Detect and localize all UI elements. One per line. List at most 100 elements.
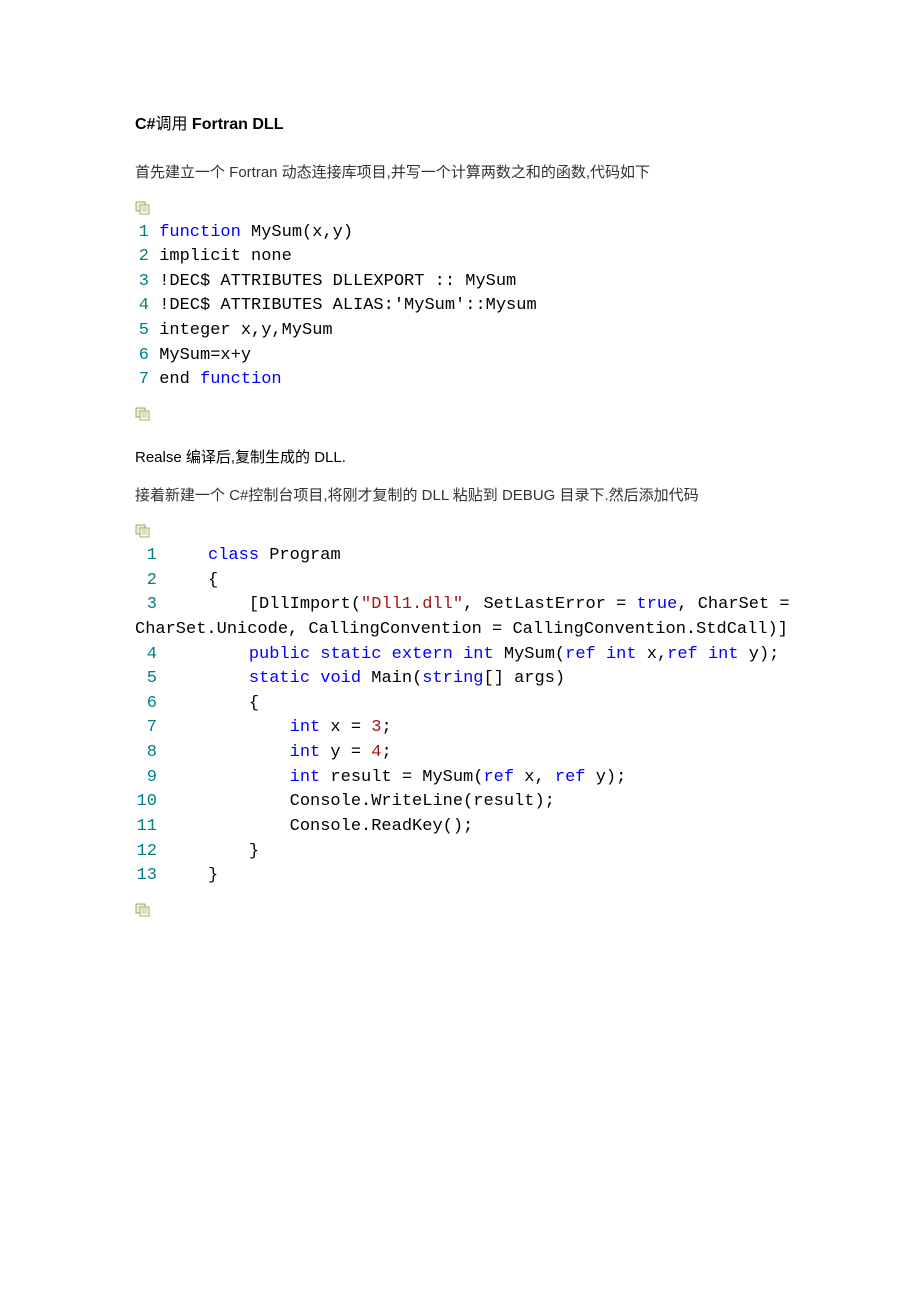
code-line: 3 !DEC$ ATTRIBUTES DLLEXPORT :: MySum — [135, 270, 785, 295]
code-token — [157, 645, 249, 664]
line-number: 2 — [135, 569, 157, 594]
code-token: , CharSet = — [677, 595, 799, 614]
document-page: C#调用 Fortran DLL 首先建立一个 Fortran 动态连接库项目,… — [0, 0, 920, 1302]
code-token: x, — [637, 645, 668, 664]
copy-icon[interactable] — [135, 407, 151, 421]
line-number: 6 — [135, 344, 149, 369]
code-token: integer x,y,MySum — [149, 321, 333, 340]
code-token — [596, 645, 606, 664]
code-token: MySum(x,y) — [241, 223, 353, 242]
code-token: class — [208, 546, 259, 565]
code-token — [381, 645, 391, 664]
code-line: 5 integer x,y,MySum — [135, 319, 785, 344]
code-line: 10 Console.WriteLine(result); — [135, 790, 785, 815]
code-token: y); — [739, 645, 780, 664]
code-token: result = MySum( — [320, 768, 483, 787]
line-number: 10 — [135, 790, 157, 815]
code-line: 4 public static extern int MySum(ref int… — [135, 643, 785, 668]
line-number: 2 — [135, 245, 149, 270]
line-number: 7 — [135, 368, 149, 393]
line-number: 1 — [135, 544, 157, 569]
code-token: string — [422, 669, 483, 688]
code-line: 1 function MySum(x,y) — [135, 221, 785, 246]
code-token: ref — [667, 645, 698, 664]
code-token: "Dll1.dll" — [361, 595, 463, 614]
code-token: function — [200, 370, 282, 389]
code-token: MySum( — [494, 645, 565, 664]
line-number: 5 — [135, 319, 149, 344]
code-line: 7 end function — [135, 368, 785, 393]
copy-icon[interactable] — [135, 524, 151, 538]
code-line: 12 } — [135, 840, 785, 865]
code-token: } — [157, 842, 259, 861]
code-token: 3 — [371, 718, 381, 737]
code-token: public — [249, 645, 310, 664]
code-token: x, — [514, 768, 555, 787]
page-title: C#调用 Fortran DLL — [135, 110, 785, 134]
code-line: 3 [DllImport("Dll1.dll", SetLastError = … — [135, 593, 785, 618]
code-line: 4 !DEC$ ATTRIBUTES ALIAS:'MySum'::Mysum — [135, 294, 785, 319]
code-token: ref — [483, 768, 514, 787]
copy-icon[interactable] — [135, 903, 151, 917]
code-line: 11 Console.ReadKey(); — [135, 815, 785, 840]
code-token — [149, 223, 159, 242]
line-number: 1 — [135, 221, 149, 246]
code-line: 13 } — [135, 864, 785, 889]
line-number: 6 — [135, 692, 157, 717]
line-number: 4 — [135, 643, 157, 668]
csharp-code-block: 1 class Program 2 { 3 [DllImport("Dll1.d… — [135, 544, 785, 889]
code-token: Main( — [361, 669, 422, 688]
code-token: { — [157, 694, 259, 713]
code-token — [157, 768, 290, 787]
code-token — [453, 645, 463, 664]
code-token: , SetLastError = — [463, 595, 636, 614]
title-cn: 调用 — [155, 116, 187, 133]
code-token — [310, 669, 320, 688]
code-token: true — [637, 595, 678, 614]
paragraph-3: 接着新建一个 C#控制台项目,将刚才复制的 DLL 粘贴到 DEBUG 目录下.… — [135, 485, 785, 508]
code-line: 9 int result = MySum(ref x, ref y); — [135, 766, 785, 791]
code-token: static — [249, 669, 310, 688]
code-token: static — [320, 645, 381, 664]
code-line: 8 int y = 4; — [135, 741, 785, 766]
line-number: 8 — [135, 741, 157, 766]
code-token: MySum=x+y — [149, 346, 251, 365]
code-line: CharSet.Unicode, CallingConvention = Cal… — [135, 618, 785, 643]
code-line: 5 static void Main(string[] args) — [135, 667, 785, 692]
copy-icon[interactable] — [135, 201, 151, 215]
code-line: 1 class Program — [135, 544, 785, 569]
code-token: ; — [381, 718, 391, 737]
code-token: implicit none — [149, 247, 292, 266]
code-line: 2 { — [135, 569, 785, 594]
line-number: 9 — [135, 766, 157, 791]
code-token: !DEC$ ATTRIBUTES DLLEXPORT :: MySum — [149, 272, 516, 291]
code-token: ; — [381, 743, 391, 762]
code-token: Console.ReadKey(); — [157, 817, 473, 836]
code-token: Console.WriteLine(result); — [157, 792, 555, 811]
code-token: [DllImport( — [157, 595, 361, 614]
code-token — [157, 718, 290, 737]
line-number: 5 — [135, 667, 157, 692]
code-token: } — [157, 866, 218, 885]
code-token: int — [708, 645, 739, 664]
code-token: Program — [259, 546, 341, 565]
code-token: int — [290, 743, 321, 762]
line-number: 11 — [135, 815, 157, 840]
line-number: 4 — [135, 294, 149, 319]
code-token: [] args) — [484, 669, 566, 688]
code-line: 6 { — [135, 692, 785, 717]
title-bold: Fortran DLL — [187, 116, 283, 133]
code-token: extern — [392, 645, 453, 664]
code-token: { — [157, 571, 218, 590]
code-token: ref — [565, 645, 596, 664]
code-line: 7 int x = 3; — [135, 716, 785, 741]
code-token — [157, 743, 290, 762]
line-number: 13 — [135, 864, 157, 889]
code-token: CharSet.Unicode, CallingConvention = Cal… — [135, 620, 788, 639]
code-token — [698, 645, 708, 664]
code-token — [157, 669, 249, 688]
paragraph-2: Realse 编译后,复制生成的 DLL. — [135, 447, 785, 470]
code-token: int — [463, 645, 494, 664]
line-number: 12 — [135, 840, 157, 865]
code-token: y = — [320, 743, 371, 762]
